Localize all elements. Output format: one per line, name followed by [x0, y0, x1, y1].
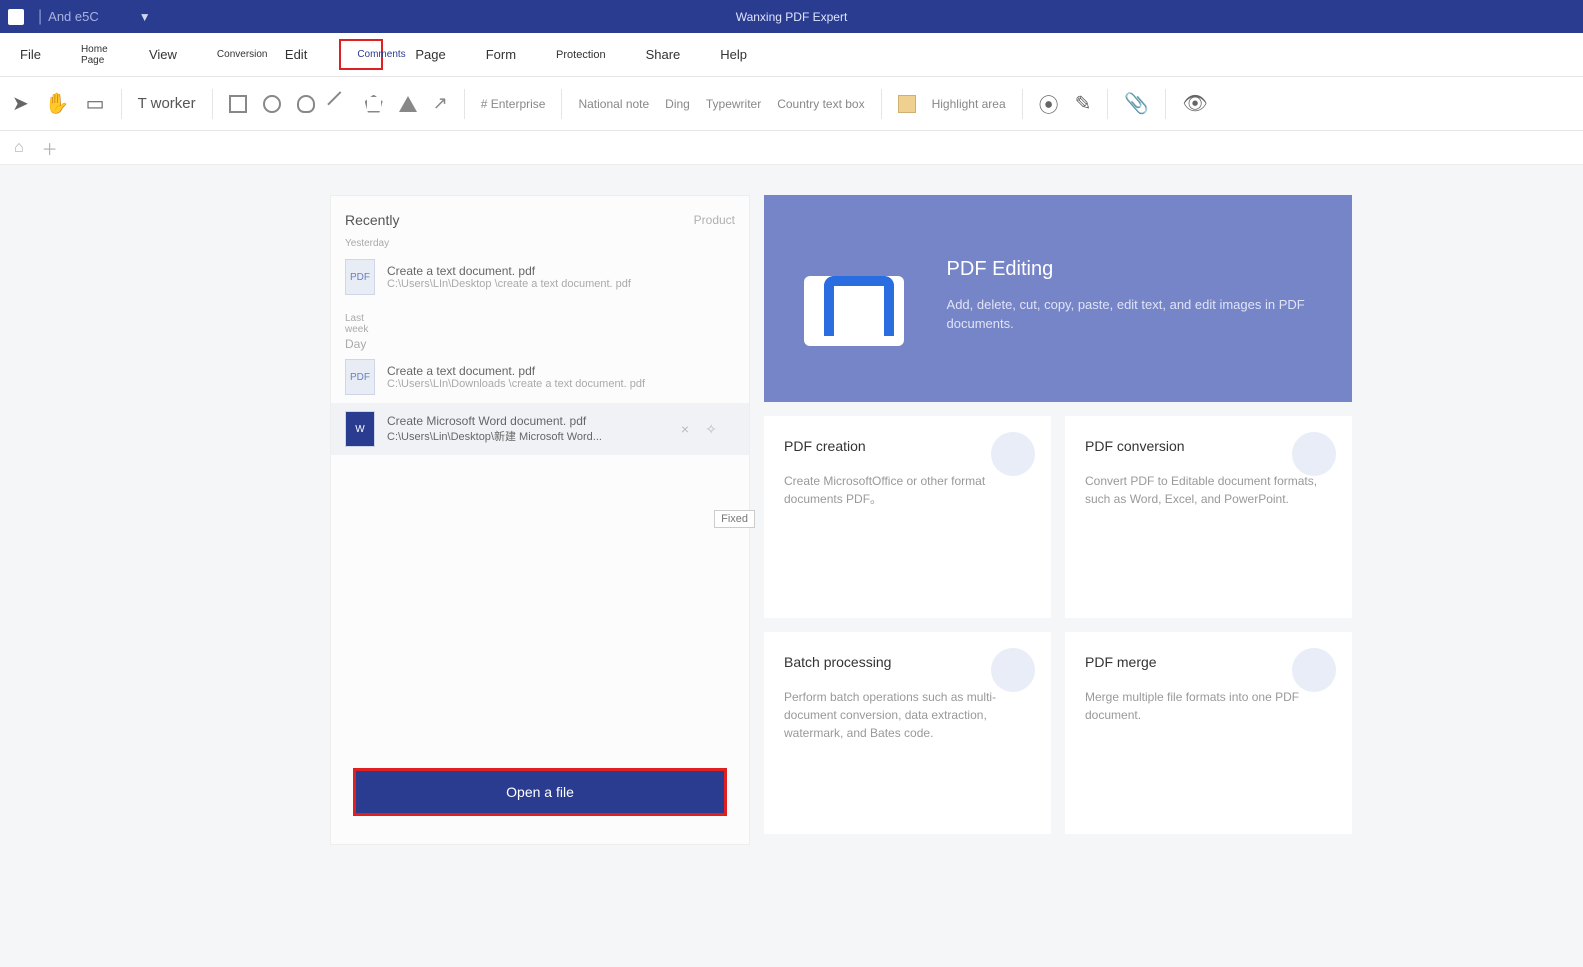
stamp-icon[interactable]: ⦿: [1039, 89, 1059, 118]
highlight-area-tool[interactable]: Highlight area: [932, 97, 1006, 111]
hero-title: PDF Editing: [947, 258, 1322, 281]
close-icon[interactable]: ×: [681, 421, 689, 437]
menu-file[interactable]: File: [12, 41, 49, 68]
hero-card[interactable]: PDF Editing Add, delete, cut, copy, past…: [764, 195, 1352, 402]
menu-protection[interactable]: Protection: [548, 43, 614, 67]
doc-hint: And e5C: [48, 9, 99, 24]
add-tab-icon[interactable]: ＋: [42, 136, 58, 160]
shape-triangle-icon[interactable]: [399, 96, 417, 112]
recent-file-row[interactable]: PDF Create a text document. pdf C:\Users…: [331, 351, 749, 403]
card-pdf-creation[interactable]: PDF creation Create MicrosoftOffice or o…: [764, 416, 1051, 618]
card-desc: Merge multiple file formats into one PDF…: [1085, 688, 1332, 724]
file-path: C:\Users\LIn\Desktop \create a text docu…: [387, 278, 631, 290]
shape-arrow-icon[interactable]: ↗: [433, 93, 448, 114]
national-note-tool[interactable]: National note: [578, 97, 649, 111]
file-thumb-icon: PDF: [345, 359, 375, 395]
separator: [1022, 89, 1023, 119]
app-logo-icon: [8, 9, 24, 25]
text-box-tool[interactable]: Country text box: [777, 97, 864, 111]
shape-line-icon[interactable]: [327, 91, 352, 116]
section-yesterday: Yesterday: [331, 228, 381, 251]
hand-icon[interactable]: ✋: [45, 91, 70, 116]
app-title: Wanxing PDF Expert: [736, 10, 848, 24]
shape-rectangle-icon[interactable]: [229, 95, 247, 113]
card-pdf-merge[interactable]: PDF merge Merge multiple file formats in…: [1065, 632, 1352, 834]
card-icon: [991, 432, 1035, 476]
menu-form[interactable]: Form: [478, 41, 524, 68]
card-batch-processing[interactable]: Batch processing Perform batch operation…: [764, 632, 1051, 834]
pdf-editing-illustration-icon: [794, 236, 917, 356]
menu-comments[interactable]: Comments: [339, 39, 383, 70]
separator: [561, 89, 562, 119]
open-file-button[interactable]: Open a file: [353, 768, 727, 816]
section-last-week: Last week: [331, 303, 381, 337]
home-tab-icon[interactable]: ⌂: [14, 139, 24, 157]
menu-conversion[interactable]: Conversion: [209, 43, 253, 66]
shape-pentagon-icon[interactable]: [365, 95, 383, 113]
separator: [121, 89, 122, 119]
fixed-tooltip: Fixed: [714, 510, 755, 528]
pin-icon[interactable]: ✧: [705, 421, 717, 438]
hero-desc: Add, delete, cut, copy, paste, edit text…: [947, 295, 1322, 334]
shape-circle-icon[interactable]: [263, 95, 281, 113]
product-label[interactable]: Product: [694, 213, 735, 227]
main-area: Recently Product Yesterday PDF Create a …: [0, 165, 1583, 845]
file-path: C:\Users\Lin\Desktop\新建 Microsoft Word..…: [387, 428, 602, 444]
separator: [212, 89, 213, 119]
divider: |: [38, 8, 42, 26]
file-name: Create Microsoft Word document. pdf: [387, 414, 602, 428]
title-bar: | And e5C ▼ Wanxing PDF Expert: [0, 0, 1583, 33]
shape-cloud-icon[interactable]: [297, 95, 315, 113]
card-desc: Convert PDF to Editable document formats…: [1085, 472, 1332, 508]
file-path: C:\Users\LIn\Downloads \create a text do…: [387, 378, 645, 390]
signature-icon[interactable]: ✎: [1075, 91, 1092, 116]
file-name: Create a text document. pdf: [387, 364, 645, 378]
comments-toolbar: ➤ ✋ ▭ T worker ↗ # Enterprise National n…: [0, 77, 1583, 131]
separator: [1107, 89, 1108, 119]
highlight-swatch-icon[interactable]: [898, 95, 916, 113]
card-desc: Perform batch operations such as multi-d…: [784, 688, 1031, 742]
card-icon: [991, 648, 1035, 692]
recent-panel: Recently Product Yesterday PDF Create a …: [330, 195, 750, 845]
menu-share[interactable]: Share: [638, 41, 689, 68]
recent-file-row[interactable]: W Create Microsoft Word document. pdf C:…: [331, 403, 749, 455]
menu-bar: File Home Page View Conversion Edit Comm…: [0, 33, 1583, 77]
file-name: Create a text document. pdf: [387, 264, 631, 278]
enterprise-tool[interactable]: # Enterprise: [481, 97, 546, 111]
worker-tool[interactable]: T worker: [138, 95, 196, 112]
separator: [881, 89, 882, 119]
card-desc: Create MicrosoftOffice or other format d…: [784, 472, 1031, 508]
card-pdf-conversion[interactable]: PDF conversion Convert PDF to Editable d…: [1065, 416, 1352, 618]
recently-label: Recently: [345, 212, 399, 228]
menu-edit[interactable]: Edit: [277, 41, 315, 68]
menu-view[interactable]: View: [141, 41, 185, 68]
menu-home[interactable]: Home Page: [73, 38, 117, 72]
day-badge: Day: [331, 337, 749, 351]
dropdown-icon[interactable]: ▼: [139, 10, 151, 24]
separator: [464, 89, 465, 119]
menu-help[interactable]: Help: [712, 41, 755, 68]
hide-icon[interactable]: 👁: [1182, 91, 1207, 116]
card-icon: [1292, 648, 1336, 692]
tab-bar: ⌂ ＋: [0, 131, 1583, 165]
recent-file-row[interactable]: PDF Create a text document. pdf C:\Users…: [331, 251, 749, 303]
file-thumb-icon: W: [345, 411, 375, 447]
pointer-icon[interactable]: ➤: [12, 91, 29, 116]
select-box-icon[interactable]: ▭: [86, 91, 105, 116]
typewriter-tool[interactable]: Typewriter: [706, 97, 761, 111]
feature-area: PDF Editing Add, delete, cut, copy, past…: [764, 195, 1352, 845]
file-thumb-icon: PDF: [345, 259, 375, 295]
attachment-icon[interactable]: 📎: [1124, 91, 1149, 116]
ding-tool[interactable]: Ding: [665, 97, 690, 111]
separator: [1165, 89, 1166, 119]
card-icon: [1292, 432, 1336, 476]
menu-page[interactable]: Page: [407, 41, 453, 68]
